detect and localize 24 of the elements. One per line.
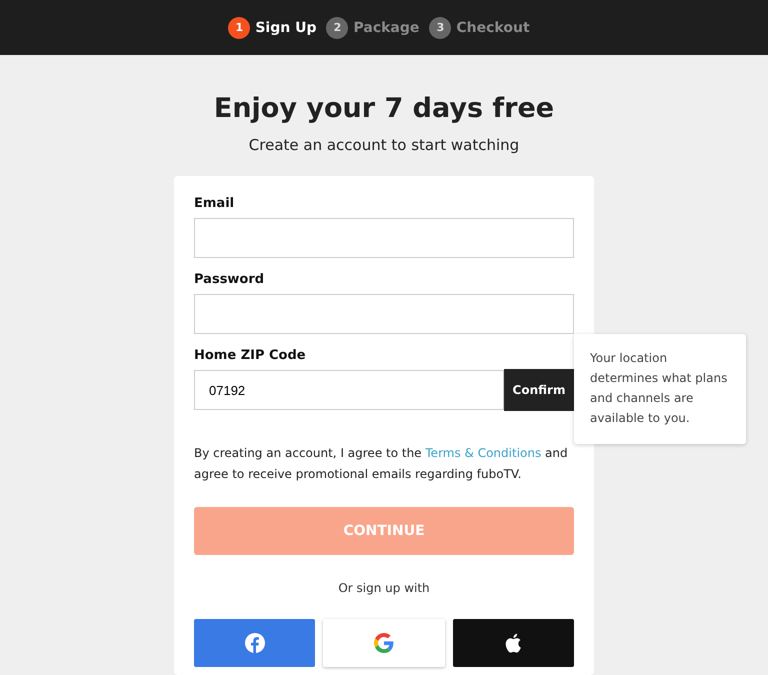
google-button[interactable] [323, 619, 445, 667]
apple-icon [504, 633, 522, 653]
google-icon [374, 633, 394, 653]
page-subheading: Create an account to start watching [248, 136, 520, 154]
input-field[interactable] [194, 294, 574, 334]
input-field[interactable]: 07192 [194, 370, 504, 410]
step-number: 3 [429, 16, 452, 38]
step-label: Package [353, 20, 420, 36]
input-field[interactable] [194, 218, 574, 258]
field-label: Home ZIP Code [194, 348, 306, 363]
alt-signup-text: Or sign up with [338, 581, 430, 595]
field-label: Password [194, 272, 264, 287]
confirm-button[interactable]: Confirm [504, 369, 574, 411]
apple-button[interactable] [452, 619, 574, 667]
step-number: 1 [228, 16, 250, 38]
step-number: 2 [326, 16, 348, 38]
facebook-button[interactable] [194, 619, 316, 667]
terms-text: By creating an account, I agree to the Terms & Conditions and agree to receive promotional emails regarding fuboTV. [194, 445, 569, 483]
page-heading: Enjoy your 7 days free [214, 93, 554, 124]
facebook-icon [244, 633, 265, 653]
step-label: Checkout [456, 20, 530, 36]
step-label: Sign Up [255, 20, 316, 36]
field-label: Email [194, 196, 234, 211]
tooltip: Your location determines what plans and channels are available to you. [574, 334, 746, 444]
